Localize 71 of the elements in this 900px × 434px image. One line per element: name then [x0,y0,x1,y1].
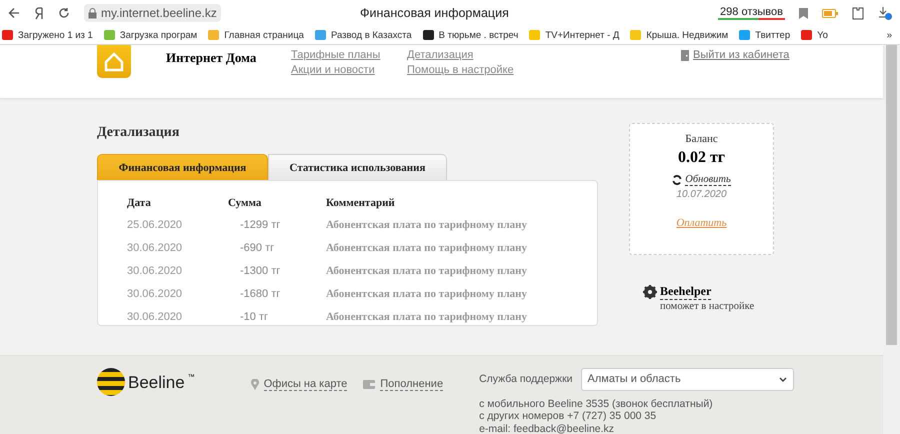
beehelper-subtitle: поможет в настройке [660,301,756,312]
brand-name: Beeline [128,372,185,392]
table-cell-text: 30.06.2020 [127,288,184,300]
beehelper-link[interactable]: Beehelper [660,284,712,300]
table-cell-text: Абонентская плата по тарифному плану [326,310,528,322]
chevron-icon [778,376,787,382]
address-text: my.internet.beeline.kz [101,6,217,20]
wallet-icon [363,380,376,388]
table-cell-text: -1299 тг [239,218,282,230]
bookmark-link[interactable]: Развод в Казахста [314,30,412,40]
contact-line: с других номеров +7 (727) 35 000 35 [479,410,658,422]
download-icon[interactable] [878,6,892,20]
refresh-icon [672,175,682,185]
table-cell-text: Абонентская плата по тарифному плану [326,264,528,276]
nav-link[interactable]: Детализация [407,49,523,61]
service-title: Интернет Дома [166,50,258,67]
support-label: Служба поддержки [479,373,573,385]
table-cell-text: -690 тг [239,242,276,254]
bookmark-icon[interactable] [799,8,808,18]
bookmark-link[interactable]: TV+Интернет - Д [529,30,620,40]
bookmark-link[interactable]: Загружено 1 из 1 [2,30,93,40]
contact-line: e-mail: feedback@beeline.kz [479,422,616,434]
lock-icon [88,8,97,18]
map-pin-icon [250,378,259,390]
battery-icon [822,8,838,18]
contact-line: с мобильного Beeline 3535 (звонок бесплатный) [479,398,714,410]
column-header: Дата [127,197,152,209]
balance-date: 10.07.2020 [676,189,727,200]
reviews-link[interactable]: 298 отзывов [718,6,785,20]
table-cell-text: -1680 тг [239,288,282,300]
tab[interactable]: Финансовая информация [97,154,268,180]
bookmark-link[interactable]: Главная страница [208,30,304,40]
nav-link[interactable]: Тарифные планы [291,49,407,61]
beeline-logo-icon [97,368,125,396]
column-header: Сумма [228,197,262,209]
footer-link[interactable]: Пополнение [363,378,444,390]
scrollbar[interactable] [883,45,900,434]
balance-amount: 0.02 тг [678,149,726,167]
tab[interactable]: Статистика использования [268,154,447,180]
table-cell-text: -10 тг [239,310,270,322]
table-cell-text: 30.06.2020 [127,242,184,254]
logout-link[interactable]: Выйти из кабинета [681,49,790,61]
page-title: Финансовая информация [359,6,510,20]
bookmark-link[interactable]: Yo [801,30,828,40]
column-header: Комментарий [326,197,396,209]
bookmark-link[interactable]: Загрузка програм [104,30,198,40]
refresh-link[interactable]: Обновить [672,174,731,186]
table-cell-text: 30.06.2020 [127,310,184,322]
browser-logo-icon[interactable] [34,6,44,20]
table-cell-text: 30.06.2020 [127,264,184,276]
door-icon [681,50,689,60]
bookmark-link[interactable]: Твиттер [739,30,790,40]
table-cell-text: Абонентская плата по тарифному плану [326,218,528,230]
nav-link[interactable]: Помощь в настройке [407,64,523,76]
footer-link[interactable]: Офисы на карте [250,378,348,390]
bookmark-link[interactable]: В тюрьме . встреч [422,30,518,40]
table-cell-text: -1300 тг [239,264,282,276]
more-bookmarks-button[interactable]: » [886,30,900,40]
region-select[interactable]: Алматы и область [580,368,794,390]
table-cell-text: Абонентская плата по тарифному плану [326,242,528,254]
nav-link[interactable]: Акции и новости [291,64,407,76]
table-cell-text: 25.06.2020 [127,218,184,230]
section-title: Детализация [97,125,180,141]
reload-icon[interactable] [58,7,70,19]
back-icon[interactable] [8,7,20,19]
table-cell-text: Абонентская плата по тарифному плану [326,288,528,300]
balance-label: Баланс [685,133,718,145]
address-field[interactable]: my.internet.beeline.kz [84,4,221,22]
extensions-icon[interactable] [852,6,864,20]
gear-icon [643,285,657,299]
bookmark-link[interactable]: Крыша. Недвижим [630,30,728,40]
